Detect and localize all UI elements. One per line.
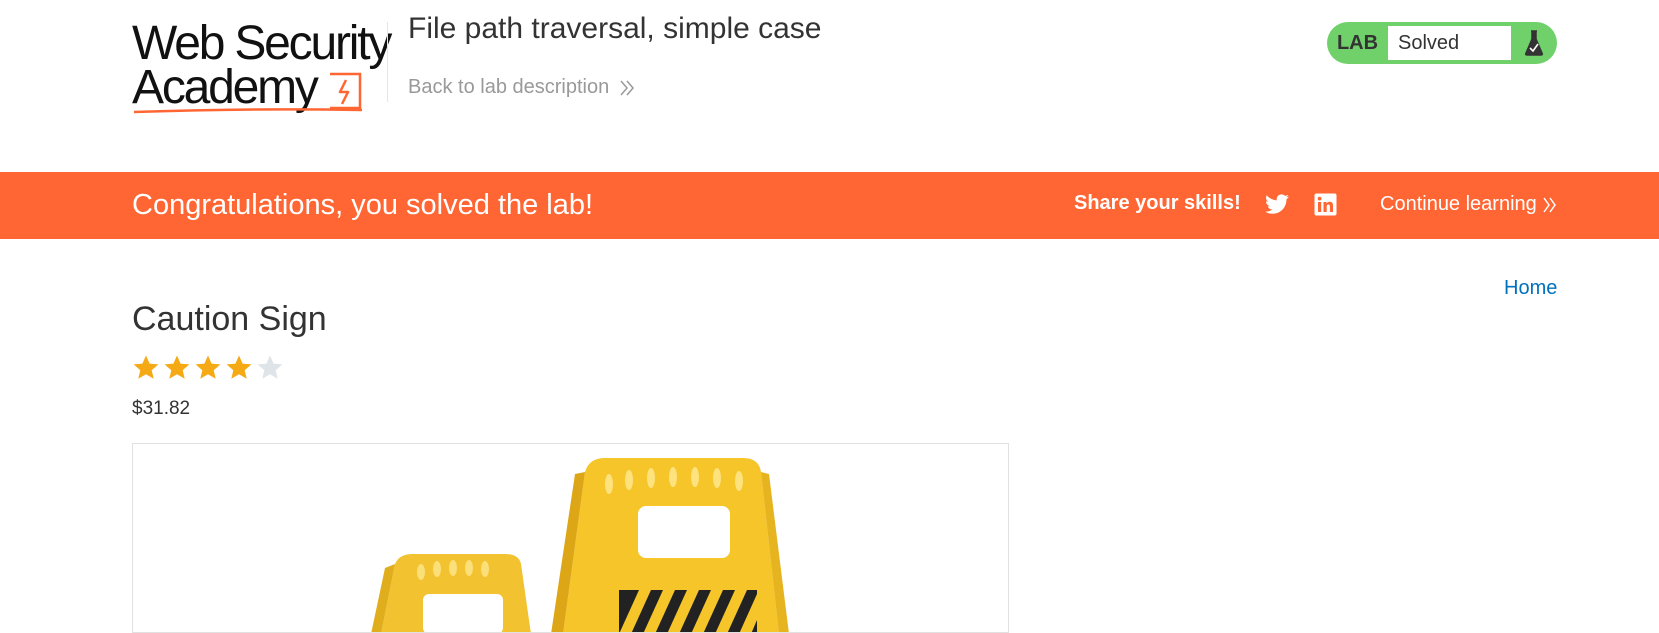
product-price: $31.82	[132, 398, 191, 419]
chevron-double-right-icon	[620, 80, 635, 95]
congratulations-message: Congratulations, you solved the lab!	[132, 189, 594, 221]
flask-icon	[1511, 22, 1557, 64]
header-divider	[387, 22, 388, 102]
product-title: Caution Sign	[132, 300, 327, 338]
product-rating	[132, 354, 284, 382]
solved-banner: Congratulations, you solved the lab! Sha…	[0, 172, 1659, 239]
lab-status-badge: LAB Solved	[1327, 22, 1557, 64]
star-empty-icon	[257, 355, 283, 379]
star-filled-icon	[133, 355, 159, 379]
back-to-lab-description-link[interactable]: Back to lab description	[408, 76, 635, 99]
large-caution-sign	[551, 458, 789, 632]
twitter-icon[interactable]	[1264, 194, 1290, 216]
small-caution-sign	[371, 554, 531, 632]
star-filled-icon	[195, 355, 221, 379]
star-filled-icon	[164, 355, 190, 379]
caution-sign-image	[371, 458, 789, 632]
product-image	[132, 443, 1009, 633]
home-link[interactable]: Home	[1504, 277, 1557, 300]
continue-learning-link[interactable]: Continue learning	[1380, 193, 1557, 216]
lab-title: File path traversal, simple case	[408, 12, 822, 45]
continue-learning-label: Continue learning	[1380, 193, 1537, 215]
lab-status-value: Solved	[1388, 24, 1511, 62]
site-header: Web Security Academy File path traversal…	[0, 0, 1659, 172]
back-link-label: Back to lab description	[408, 76, 610, 98]
web-security-academy-logo[interactable]: Web Security Academy	[132, 20, 392, 114]
chevron-double-right-icon	[1543, 197, 1556, 212]
star-filled-icon	[226, 355, 252, 379]
linkedin-icon[interactable]	[1314, 193, 1337, 216]
share-skills-label: Share your skills!	[1074, 192, 1241, 214]
logo-underline-icon	[133, 108, 363, 114]
lab-status-label: LAB	[1336, 31, 1379, 54]
